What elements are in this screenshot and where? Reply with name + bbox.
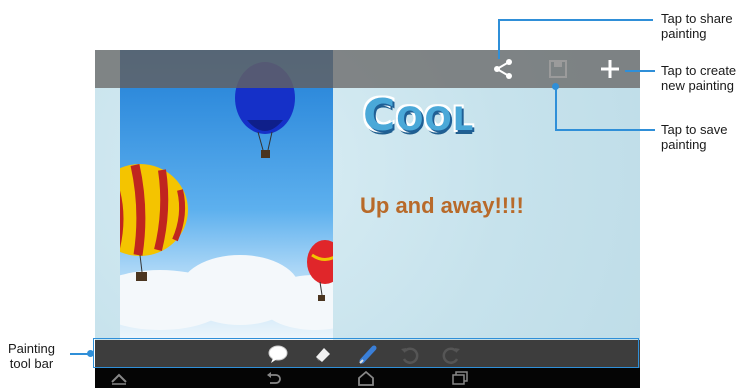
- recent-apps-icon[interactable]: [451, 370, 469, 388]
- new-callout-line: [625, 70, 655, 72]
- cool-title-art: COOL: [363, 90, 475, 141]
- toolbar-callout-line: [70, 353, 90, 355]
- share-callout-line: [498, 19, 500, 59]
- share-callout-line-h: [498, 19, 653, 21]
- new-callout: Tap to create new painting: [661, 63, 737, 93]
- system-nav-bar: [95, 368, 640, 388]
- balloons-illustration: [120, 62, 333, 301]
- tool-bar-highlight: [93, 338, 639, 368]
- back-icon[interactable]: [265, 370, 283, 388]
- add-icon[interactable]: [597, 56, 623, 82]
- balloon-photo: [120, 50, 333, 340]
- save-callout-line-h: [555, 129, 655, 131]
- top-action-bar: [95, 50, 640, 88]
- share-callout: Tap to share painting: [661, 11, 733, 41]
- home-icon[interactable]: [357, 370, 375, 388]
- up-chevron-icon[interactable]: [110, 370, 128, 388]
- share-icon[interactable]: [490, 56, 516, 82]
- save-callout: Tap to save painting: [661, 122, 728, 152]
- save-icon[interactable]: [545, 56, 571, 82]
- painting-headline: Up and away!!!!: [360, 193, 524, 218]
- toolbar-callout: Painting tool bar: [8, 341, 55, 371]
- save-callout-line: [555, 86, 557, 131]
